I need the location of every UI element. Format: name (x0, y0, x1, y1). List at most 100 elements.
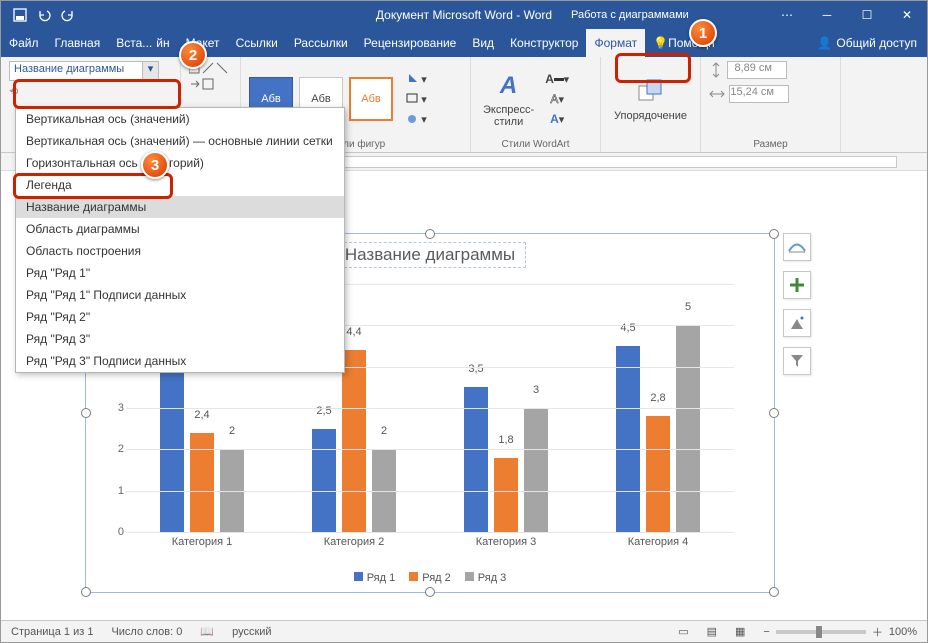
bar[interactable] (524, 408, 548, 532)
bar-data-label: 2,4 (190, 409, 214, 421)
wordart-quick-styles[interactable]: A Экспресс- стили (479, 68, 538, 130)
zoom-level[interactable]: 100% (889, 626, 917, 638)
dropdown-item[interactable]: Ряд "Ряд 1" (16, 262, 344, 284)
view-read-icon[interactable]: ▭ (678, 625, 688, 638)
bar-data-label: 4,5 (616, 322, 640, 334)
bar[interactable] (160, 354, 184, 532)
resize-handle[interactable] (81, 408, 91, 418)
tab-mailings[interactable]: Рассылки (286, 29, 356, 57)
bar-data-label: 2 (220, 425, 244, 437)
dropdown-item[interactable]: Вертикальная ось (значений) (16, 108, 344, 130)
shape-fill-button[interactable]: ▾ (403, 70, 429, 88)
view-print-icon[interactable]: ▤ (707, 625, 717, 638)
x-axis-label: Категория 4 (598, 532, 718, 548)
tab-insert-partial[interactable]: Вста... (108, 29, 154, 57)
tab-view[interactable]: Вид (464, 29, 502, 57)
bar[interactable] (464, 387, 488, 532)
bar[interactable] (676, 325, 700, 532)
shape-outline-button[interactable]: ▾ (403, 90, 429, 108)
callout-marker-3: 3 (141, 151, 169, 179)
bar[interactable] (494, 458, 518, 532)
share-button[interactable]: 👤 Общий доступ (817, 36, 927, 50)
chevron-down-icon[interactable]: ▾ (142, 62, 158, 80)
document-title: Документ Microsoft Word - Word (376, 8, 552, 22)
title-bar: Документ Microsoft Word - Word Работа с … (1, 1, 927, 29)
dropdown-item[interactable]: Ряд "Ряд 2" (16, 306, 344, 328)
tab-home[interactable]: Главная (47, 29, 109, 57)
spellcheck-icon[interactable]: 📖 (200, 625, 214, 638)
minimize-icon[interactable]: ─ (807, 1, 847, 29)
dropdown-item[interactable]: Ряд "Ряд 3" (16, 328, 344, 350)
dropdown-item[interactable]: Ряд "Ряд 3" Подписи данных (16, 350, 344, 372)
bar[interactable] (342, 350, 366, 532)
maximize-icon[interactable]: ☐ (847, 1, 887, 29)
language-indicator[interactable]: русский (232, 626, 271, 638)
chart-title[interactable]: Название диаграммы (334, 242, 526, 268)
legend-item[interactable]: Ряд 2 (409, 572, 451, 584)
layout-options-button[interactable] (783, 233, 811, 261)
chart-element-selector[interactable]: Название диаграммы ▾ (9, 61, 159, 81)
text-fill-button[interactable]: A▾ (544, 70, 570, 88)
resize-handle[interactable] (425, 587, 435, 597)
resize-handle[interactable] (425, 229, 435, 239)
tab-chart-design[interactable]: Конструктор (502, 29, 586, 57)
undo-icon[interactable] (37, 8, 51, 22)
chart-legend[interactable]: Ряд 1 Ряд 2 Ряд 3 (86, 572, 774, 584)
close-icon[interactable]: ✕ (887, 1, 927, 29)
bar[interactable] (616, 346, 640, 532)
legend-item[interactable]: Ряд 1 (354, 572, 396, 584)
shape-height-input[interactable]: 8,89 см (727, 61, 787, 79)
resize-handle[interactable] (769, 587, 779, 597)
bar[interactable] (190, 433, 214, 532)
bar-data-label: 5 (676, 301, 700, 313)
x-axis-label: Категория 2 (294, 532, 414, 548)
legend-item[interactable]: Ряд 3 (465, 572, 507, 584)
word-count[interactable]: Число слов: 0 (111, 626, 182, 638)
resize-handle[interactable] (769, 229, 779, 239)
tab-references[interactable]: Ссылки (228, 29, 286, 57)
tab-format[interactable]: Формат (586, 29, 645, 57)
dropdown-item[interactable]: Легенда (16, 174, 344, 196)
share-icon: 👤 (817, 36, 832, 50)
bar-data-label: 3,5 (464, 363, 488, 375)
dropdown-item[interactable]: Область построения (16, 240, 344, 262)
chart-filters-button[interactable] (783, 347, 811, 375)
zoom-slider[interactable]: −＋ 100% (763, 624, 917, 640)
ribbon-tabs: Файл Главная Вста... йн Макет Ссылки Рас… (1, 29, 927, 57)
dropdown-item[interactable]: Область диаграммы (16, 218, 344, 240)
page-indicator[interactable]: Страница 1 из 1 (11, 626, 93, 638)
resize-handle[interactable] (769, 408, 779, 418)
chart-elements-button[interactable] (783, 271, 811, 299)
dropdown-item[interactable]: Горизонтальная ось (категорий) (16, 152, 344, 174)
shape-width-input[interactable]: 15,24 см (729, 85, 789, 103)
chart-element-dropdown[interactable]: Вертикальная ось (значений)Вертикальная … (15, 107, 345, 373)
x-axis-label: Категория 3 (446, 532, 566, 548)
shape-gallery-row2[interactable] (189, 77, 229, 91)
shape-style-3[interactable]: Абв (349, 77, 393, 121)
text-outline-button[interactable]: A▾ (544, 90, 570, 108)
text-effects-button[interactable]: A▾ (544, 110, 570, 128)
tab-design-partial[interactable]: йн (154, 29, 177, 57)
bar[interactable] (312, 429, 336, 532)
view-web-icon[interactable]: ▦ (735, 625, 745, 638)
tab-file[interactable]: Файл (1, 29, 47, 57)
save-icon[interactable] (13, 8, 27, 22)
group-size: 8,89 см 15,24 см Размер (701, 57, 841, 152)
redo-icon[interactable] (61, 8, 75, 22)
bar[interactable] (646, 416, 670, 532)
chart-styles-button[interactable] (783, 309, 811, 337)
bar-data-label: 3 (524, 384, 548, 396)
resize-handle[interactable] (81, 587, 91, 597)
shape-effects-button[interactable]: ▾ (403, 110, 429, 128)
group-wordart-styles: A Экспресс- стили A▾ A▾ A▾ Стили WordArt (471, 57, 601, 152)
dropdown-item[interactable]: Ряд "Ряд 1" Подписи данных (16, 284, 344, 306)
dropdown-item[interactable]: Вертикальная ось (значений) — основные л… (16, 130, 344, 152)
arrange-button[interactable]: Упорядочение (610, 74, 691, 124)
ribbon-options-icon[interactable]: ⋯ (767, 1, 807, 29)
bar-data-label: 2,8 (646, 392, 670, 404)
dropdown-item[interactable]: Название диаграммы (16, 196, 344, 218)
callout-marker-2: 2 (179, 41, 207, 69)
height-icon (709, 62, 723, 78)
format-selection-button[interactable]: ⟲ (9, 85, 18, 98)
tab-review[interactable]: Рецензирование (356, 29, 465, 57)
